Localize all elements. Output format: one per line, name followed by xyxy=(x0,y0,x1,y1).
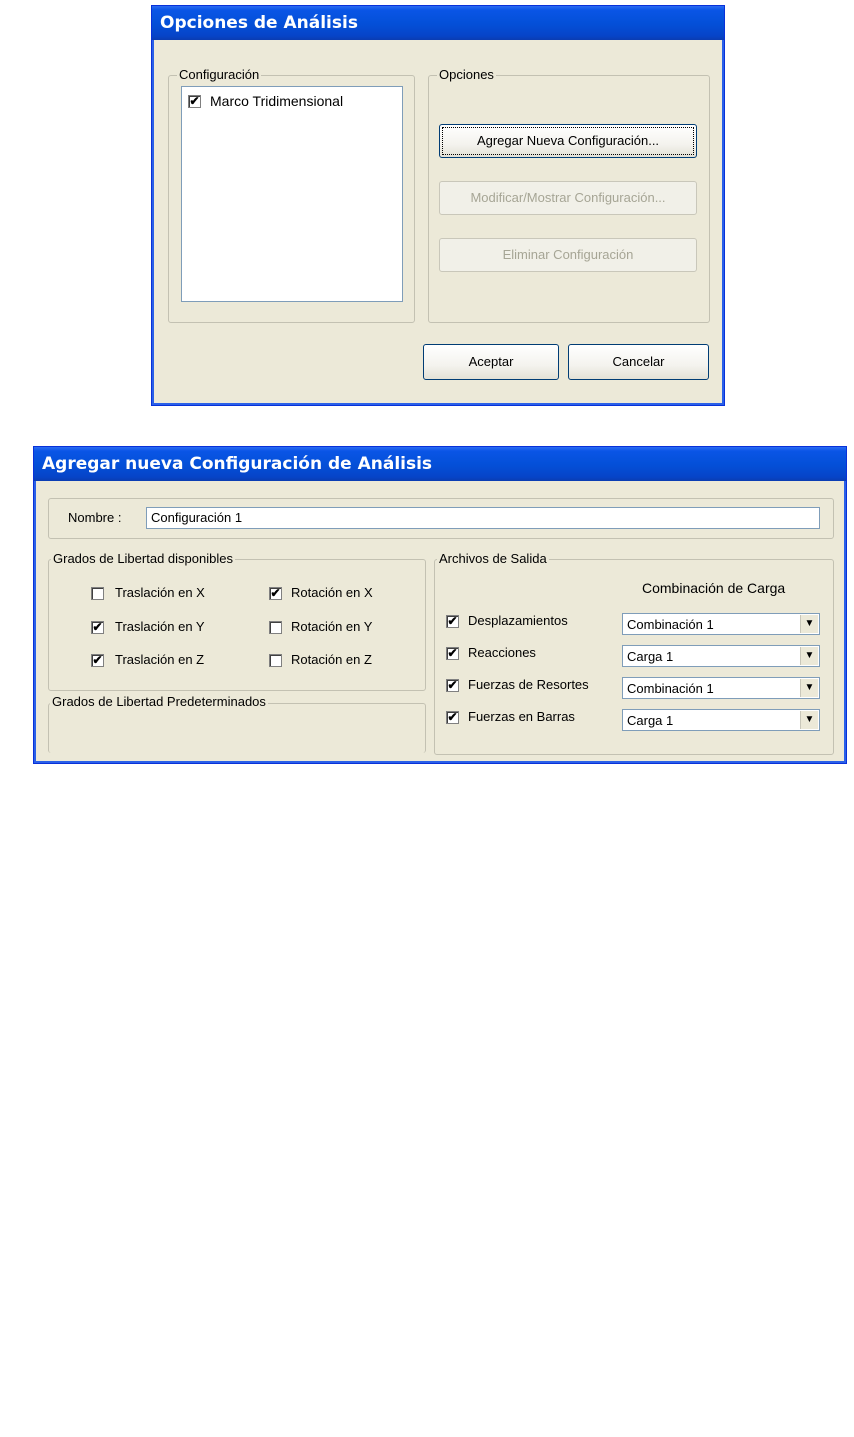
available-dof-group-label: Grados de Libertad disponibles xyxy=(51,551,235,567)
output-row: ✔ Desplazamientos Combinación 1 ▼ xyxy=(446,613,826,637)
load-combination-select[interactable]: Combinación 1 ▼ xyxy=(622,613,820,635)
preset-dof-group-label: Grados de Libertad Predeterminados xyxy=(50,694,268,710)
chevron-down-icon[interactable]: ▼ xyxy=(800,615,818,633)
output-label: Fuerzas en Barras xyxy=(468,709,575,724)
analysis-options-dialog: Opciones de Análisis Configuración ✔ Mar… xyxy=(151,5,725,406)
load-combination-select[interactable]: Carga 1 ▼ xyxy=(622,709,820,731)
configuration-list[interactable]: ✔ Marco Tridimensional xyxy=(181,86,403,302)
chevron-down-icon[interactable]: ▼ xyxy=(800,679,818,697)
output-label: Fuerzas de Resortes xyxy=(468,677,589,692)
dialog-title[interactable]: Agregar nueva Configuración de Análisis xyxy=(34,447,846,481)
accept-button[interactable]: Aceptar xyxy=(423,344,559,380)
chevron-down-icon[interactable]: ▼ xyxy=(800,647,818,665)
dof-label: Rotación en Z xyxy=(291,652,372,667)
name-label: Nombre : xyxy=(68,510,122,525)
checked-checkbox-icon[interactable]: ✔ xyxy=(91,654,104,667)
output-row: ✔ Fuerzas en Barras Carga 1 ▼ xyxy=(446,709,826,733)
add-configuration-button[interactable]: Agregar Nueva Configuración... xyxy=(439,124,697,158)
output-row: ✔ Fuerzas de Resortes Combinación 1 ▼ xyxy=(446,677,826,701)
unchecked-checkbox-icon[interactable] xyxy=(91,587,104,600)
cancel-button[interactable]: Cancelar xyxy=(568,344,709,380)
dof-label: Traslación en Z xyxy=(115,652,205,667)
dof-label: Traslación en Y xyxy=(115,619,205,634)
output-label: Desplazamientos xyxy=(468,613,568,628)
output-row: ✔ Reacciones Carga 1 ▼ xyxy=(446,645,826,669)
output-files-group-label: Archivos de Salida xyxy=(437,551,549,567)
delete-configuration-button[interactable]: Eliminar Configuración xyxy=(439,238,697,272)
unchecked-checkbox-icon[interactable] xyxy=(269,654,282,667)
chevron-down-icon[interactable]: ▼ xyxy=(800,711,818,729)
checked-checkbox-icon[interactable]: ✔ xyxy=(91,621,104,634)
dof-label: Rotación en X xyxy=(291,585,373,600)
checked-checkbox-icon[interactable]: ✔ xyxy=(188,95,201,108)
checked-checkbox-icon[interactable]: ✔ xyxy=(269,587,282,600)
load-combination-header: Combinación de Carga xyxy=(642,580,786,596)
checked-checkbox-icon[interactable]: ✔ xyxy=(446,679,459,692)
checked-checkbox-icon[interactable]: ✔ xyxy=(446,711,459,724)
select-value: Combinación 1 xyxy=(627,681,714,696)
dof-label: Rotación en Y xyxy=(291,619,373,634)
select-value: Carga 1 xyxy=(627,713,674,728)
name-field[interactable]: Configuración 1 xyxy=(146,507,820,529)
options-group-label: Opciones xyxy=(437,67,496,83)
checked-checkbox-icon[interactable]: ✔ xyxy=(446,647,459,660)
select-value: Combinación 1 xyxy=(627,617,714,632)
configuration-group-label: Configuración xyxy=(177,67,262,83)
output-label: Reacciones xyxy=(468,645,536,660)
dialog-title[interactable]: Opciones de Análisis xyxy=(152,6,724,40)
select-value: Carga 1 xyxy=(627,649,674,664)
load-combination-select[interactable]: Carga 1 ▼ xyxy=(622,645,820,667)
dof-label: Traslación en X xyxy=(115,585,205,600)
checked-checkbox-icon[interactable]: ✔ xyxy=(446,615,459,628)
modify-configuration-button[interactable]: Modificar/Mostrar Configuración... xyxy=(439,181,697,215)
unchecked-checkbox-icon[interactable] xyxy=(269,621,282,634)
new-analysis-configuration-dialog: Agregar nueva Configuración de Análisis … xyxy=(33,446,847,764)
preset-dof-group-frame: Grados de Libertad Predeterminados xyxy=(48,694,426,753)
config-item-label: Marco Tridimensional xyxy=(210,93,344,109)
load-combination-select[interactable]: Combinación 1 ▼ xyxy=(622,677,820,699)
list-item[interactable]: ✔ Marco Tridimensional xyxy=(186,93,396,111)
